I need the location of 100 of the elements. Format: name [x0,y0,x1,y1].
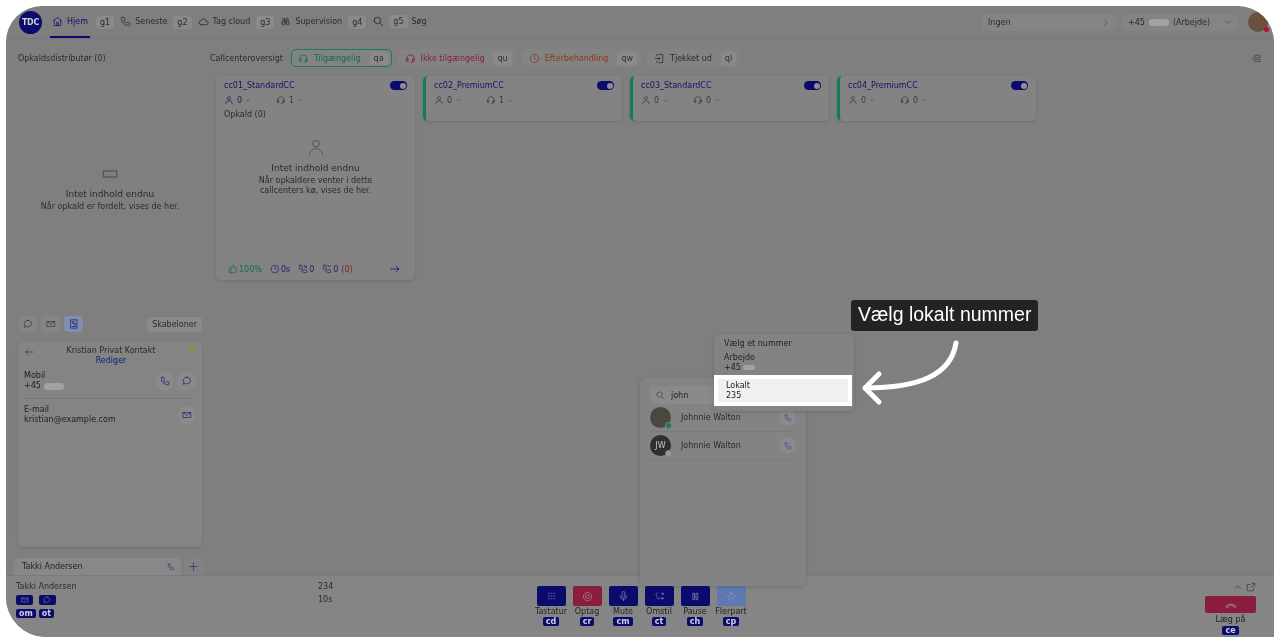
toggle-switch[interactable] [390,81,407,90]
headset-icon [693,95,704,105]
search-link[interactable]: Søg [411,16,427,26]
chevron-down-icon[interactable] [714,96,722,104]
section-label: Callcenteroversigt [210,53,283,63]
nav-label: Hjem [67,16,88,26]
queue-select[interactable]: Ingen [982,13,1116,31]
shortcut-badge: ct [651,617,667,626]
logo: TDC [19,10,42,34]
chevron-down-icon[interactable] [662,96,670,104]
search-result[interactable]: JW Johnnie Walton [650,432,796,460]
home-icon [52,15,63,27]
toggle-switch[interactable] [804,81,821,90]
person-icon [848,95,858,105]
field-label: Mobil [24,371,47,381]
call-control-button[interactable] [680,586,710,606]
chevron-down-icon[interactable] [297,96,305,104]
message-button[interactable] [177,371,196,391]
chevron-down-icon[interactable] [455,96,463,104]
chevron-down-icon[interactable] [507,96,515,104]
shortcut-badge: g5 [389,14,408,28]
email-button[interactable] [16,595,33,605]
status-button[interactable]: Tilgængelig qa [290,49,392,67]
agent-count: 0 [447,95,453,105]
tool-button[interactable] [41,316,60,332]
option-label: Lokalt [726,381,751,391]
email-button[interactable] [177,405,196,425]
arrow-right-icon[interactable] [389,263,401,275]
number-select[interactable]: +45 (Arbejde) [1122,13,1238,31]
stat-value: 100% [239,264,262,274]
chevron-down-icon[interactable] [869,96,877,104]
nav-tab[interactable]: Seneste [120,6,168,38]
avatar-initials: JW [650,435,671,456]
toggle-switch[interactable] [597,81,614,90]
phone-icon [167,562,176,571]
status-button[interactable]: Ikke tilgængelig qu [397,49,516,67]
chevron-up-icon[interactable] [245,96,253,104]
templates-button[interactable]: Skabeloner [147,316,202,332]
empty-text: Når opkald er fordelt, vises de her. [39,202,181,213]
phone-icon [783,413,792,422]
call-button[interactable] [779,437,796,454]
person-icon [434,95,444,105]
headset-icon [486,95,497,105]
person-icon [641,95,651,105]
hang-up-button[interactable] [1205,596,1256,613]
chevron-up-icon[interactable] [1233,582,1243,592]
mail-icon [45,319,56,329]
back-arrow-icon[interactable] [24,347,34,357]
cloud-icon [197,15,209,27]
star-icon[interactable] [188,345,196,353]
headset-count: 0 [706,95,712,105]
tool-button[interactable] [18,316,37,332]
status-button[interactable]: Efterbehandling qw [521,49,642,67]
agent-count: 0 [861,95,867,105]
shortcut-badge: g1 [95,15,115,29]
shortcut-badge: g3 [256,15,275,29]
status-label: Efterbehandling [544,53,610,63]
list-toggle-icon[interactable] [1251,52,1262,64]
agent-count: 0 [654,95,660,105]
user-avatar[interactable] [1248,12,1268,32]
chat-button[interactable] [38,595,56,605]
headset-count: 1 [289,95,295,105]
chevron-right-icon [1101,17,1110,27]
search-icon[interactable] [372,14,386,28]
toggle-switch[interactable] [1011,81,1028,90]
call-control-button[interactable] [608,586,638,606]
control-label: Mute [613,607,633,616]
phone-icon [120,15,132,27]
callcenter-name: cc01_StandardCC [224,81,295,90]
calls-label: Opkald (0) [224,110,267,119]
nav-tab[interactable]: Tag cloud [197,6,251,38]
call-tab[interactable]: Takki Andersen [14,558,182,575]
nav-label: Seneste [135,16,168,26]
tool-button[interactable] [64,316,83,332]
status-button[interactable]: Tjekket ud ql [647,49,741,67]
number-option[interactable]: Arbejde +45 [714,351,854,376]
blurred-number [742,364,755,370]
chevron-down-icon[interactable] [921,96,929,104]
shortcut-badge: cr [579,617,595,626]
nav-tab[interactable]: Hjem [50,6,90,38]
call-control-button[interactable] [572,586,602,606]
edit-link[interactable]: Rediger [95,356,127,365]
call-button[interactable] [155,371,174,391]
phone-icon [783,441,792,450]
incoming-call-icon [298,264,309,274]
field-value: +45 [24,381,41,392]
status-label: Tjekket ud [670,53,713,63]
external-link-icon[interactable] [1246,582,1256,592]
contact-name: Kristian Privat Kontakt [66,346,156,355]
number-option[interactable]: Lokalt 235 [714,375,852,407]
status-label: Ikke tilgængelig [420,53,486,63]
empty-title: Intet indhold endnu [271,163,360,173]
call-control-button[interactable] [536,586,566,606]
option-value: +45 [724,362,741,373]
agent-count: 0 [237,95,243,105]
headset-icon [297,52,309,64]
call-control-button[interactable] [644,586,674,606]
nav-tab[interactable]: Supervision [280,6,343,38]
empty-text: Når opkaldere venter i dette callcenters kø, vises de her. [257,176,374,197]
plus-icon [187,561,199,572]
